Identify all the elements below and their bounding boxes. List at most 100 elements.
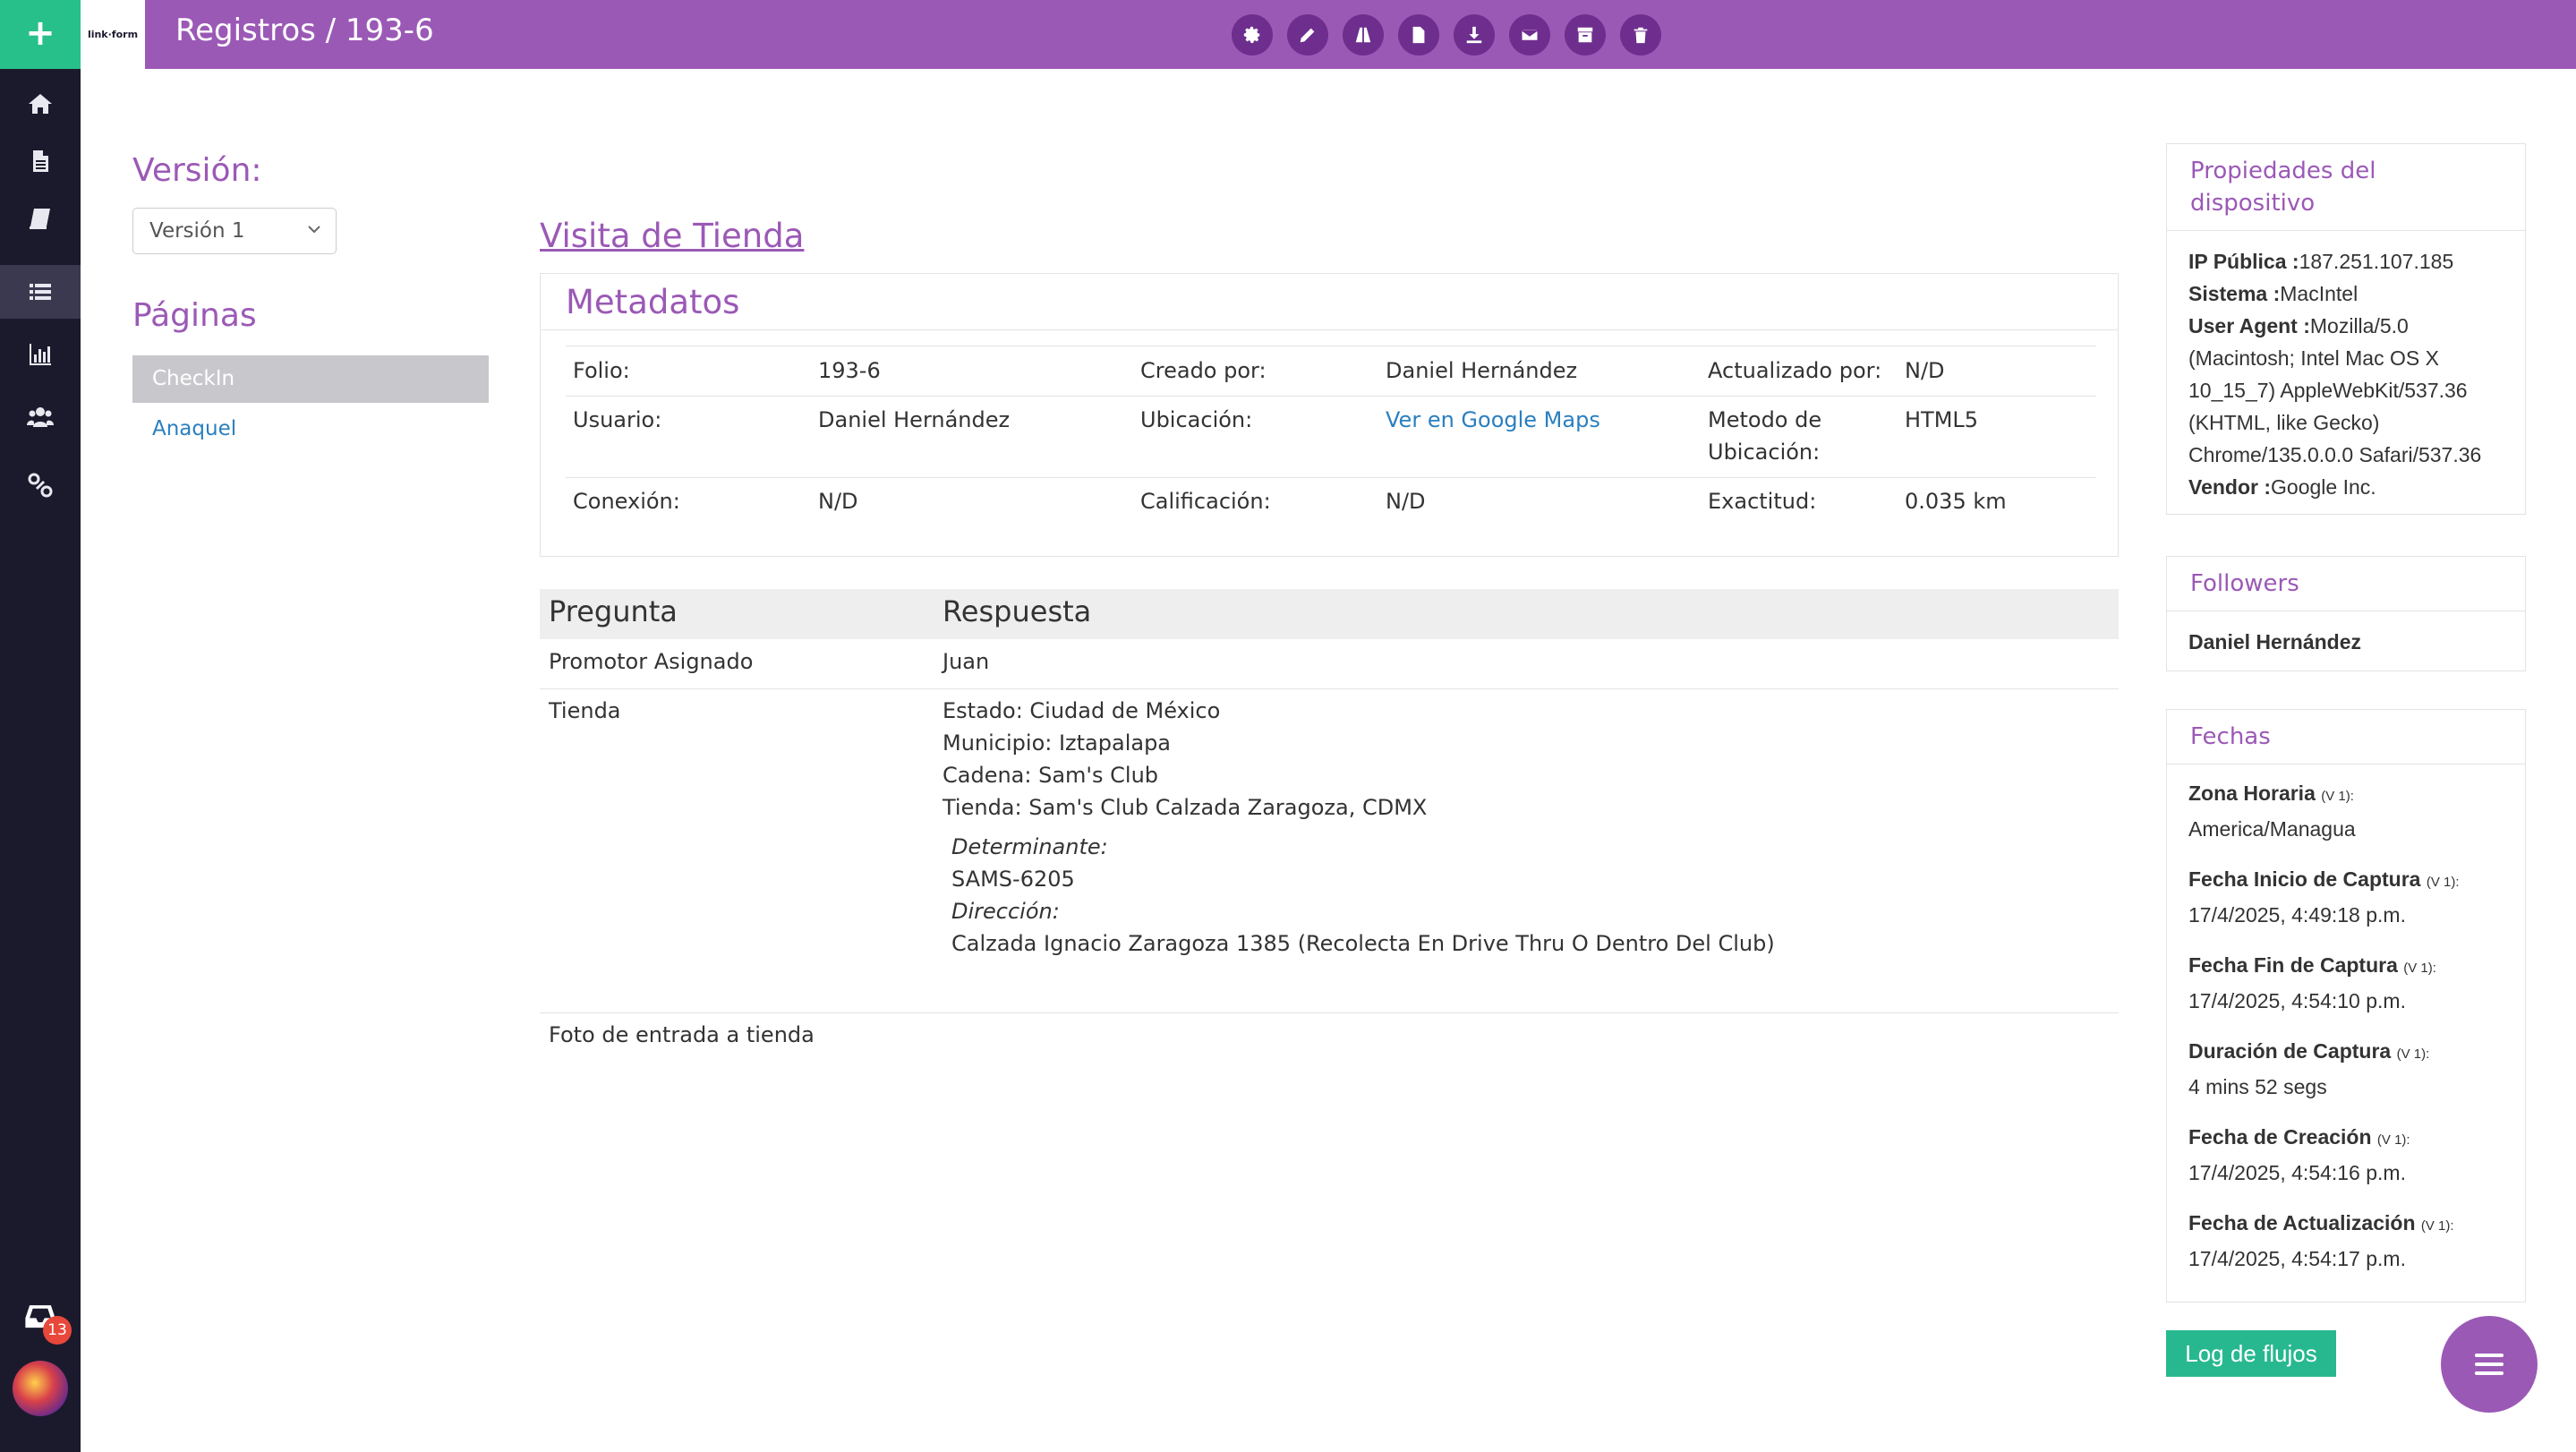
avatar[interactable] (13, 1361, 68, 1416)
exactitud-label: Exactitud: (1708, 489, 1817, 514)
answer-tienda-estado: Estado: Ciudad de México (943, 698, 1221, 723)
download-button[interactable] (1454, 14, 1495, 56)
ua-line: 10_15_7) AppleWebKit/537.36 (2188, 379, 2468, 402)
menu-fab[interactable] (2441, 1316, 2538, 1413)
menu-icon (2475, 1354, 2503, 1375)
table-header: Pregunta Respuesta (540, 589, 2119, 639)
col-pregunta: Pregunta (549, 594, 678, 628)
link-icon[interactable] (0, 458, 81, 512)
route-button[interactable] (1343, 14, 1384, 56)
answer-promotor: Juan (943, 649, 990, 674)
settings-button[interactable] (1232, 14, 1273, 56)
delete-button[interactable] (1620, 14, 1661, 56)
calificacion-value: N/D (1386, 489, 1426, 514)
vendor-row: Vendor :Google Inc. (2188, 475, 2376, 499)
app-logo[interactable]: link·form (81, 0, 145, 69)
question-foto: Foto de entrada a tienda (549, 1022, 815, 1047)
divider (566, 477, 2096, 478)
metodo-label-2: Ubicación: (1708, 440, 1821, 465)
file-icon (1412, 26, 1425, 44)
actualizado-value: N/D (1905, 358, 1945, 383)
sidebar: + 13 (0, 0, 81, 1452)
answer-tienda-nombre: Tienda: Sam's Club Calzada Zaragoza, CDM… (943, 795, 1428, 820)
form-title[interactable]: Visita de Tienda (540, 217, 804, 255)
inbox-icon[interactable]: 13 (0, 1289, 81, 1345)
users-icon[interactable] (0, 390, 81, 444)
device-panel-title: Propiedades del dispositivo (2167, 144, 2525, 231)
sistema-row: Sistema :MacIntel (2188, 282, 2358, 305)
followers-title: Followers (2167, 557, 2525, 611)
determinante-label: Determinante: (951, 834, 1108, 859)
ua-row: User Agent :Mozilla/5.0 (2188, 314, 2409, 337)
list-icon[interactable] (0, 265, 81, 319)
date-item: Zona Horaria (V 1): America/Managua (2188, 782, 2356, 841)
archive-icon (1577, 27, 1593, 43)
version-title: Versión: (132, 152, 262, 189)
date-item: Fecha de Creación (V 1): 17/4/2025, 4:54… (2188, 1125, 2410, 1184)
version-select-value: Versión 1 (149, 219, 245, 243)
google-maps-link[interactable]: Ver en Google Maps (1386, 404, 1600, 436)
creado-label: Creado por: (1140, 358, 1267, 383)
file-button[interactable] (1398, 14, 1439, 56)
email-button[interactable] (1509, 14, 1550, 56)
ip-row: IP Pública :187.251.107.185 (2188, 250, 2454, 273)
divider (566, 396, 2096, 397)
page-item-checkin[interactable]: CheckIn (132, 355, 489, 403)
col-respuesta: Respuesta (943, 594, 1092, 628)
device-panel: Propiedades del dispositivo IP Pública :… (2166, 143, 2526, 515)
exactitud-value: 0.035 km (1905, 489, 2007, 514)
pencil-icon (1300, 28, 1315, 43)
question-tienda: Tienda (549, 698, 621, 723)
answer-tienda-municipio: Municipio: Iztapalapa (943, 730, 1172, 756)
envelope-icon (1521, 28, 1539, 42)
trash-icon (1633, 27, 1648, 44)
conexion-label: Conexión: (573, 489, 680, 514)
folio-label: Folio: (573, 358, 630, 383)
chart-icon[interactable] (0, 328, 81, 381)
document-icon[interactable] (0, 134, 81, 188)
metodo-value: HTML5 (1905, 407, 1979, 432)
answer-tienda-cadena: Cadena: Sam's Club (943, 763, 1159, 788)
version-select[interactable]: Versión 1 (132, 208, 337, 254)
dates-panel: Fechas Zona Horaria (V 1): America/Manag… (2166, 709, 2526, 1303)
ua-line: Chrome/135.0.0.0 Safari/537.36 (2188, 443, 2482, 466)
metodo-label-1: Metodo de (1708, 407, 1822, 432)
actualizado-label: Actualizado por: (1708, 358, 1882, 383)
divider (540, 1012, 2119, 1013)
ua-line: (KHTML, like Gecko) (2188, 411, 2380, 434)
question-promotor: Promotor Asignado (549, 649, 754, 674)
archive-button[interactable] (1565, 14, 1606, 56)
gear-icon (1243, 26, 1260, 43)
divider (541, 329, 2118, 330)
date-item: Duración de Captura (V 1): 4 mins 52 seg… (2188, 1039, 2430, 1098)
follower-item: Daniel Hernández (2188, 630, 2361, 653)
metadata-panel: Metadatos Folio: 193-6 Creado por: Danie… (540, 273, 2119, 557)
usuario-value: Daniel Hernández (818, 407, 1011, 432)
date-item: Fecha de Actualización (V 1): 17/4/2025,… (2188, 1211, 2454, 1270)
metadata-title: Metadatos (566, 283, 740, 321)
chevron-down-icon (308, 226, 320, 234)
date-item: Fecha Fin de Captura (V 1): 17/4/2025, 4… (2188, 953, 2436, 1012)
road-icon (1355, 27, 1371, 43)
determinante-value: SAMS-6205 (951, 867, 1075, 892)
ubicacion-label: Ubicación: (1140, 407, 1253, 432)
folio-value: 193-6 (818, 358, 881, 383)
calificacion-label: Calificación: (1140, 489, 1271, 514)
date-item: Fecha Inicio de Captura (V 1): 17/4/2025… (2188, 867, 2460, 927)
inbox-badge: 13 (43, 1316, 72, 1345)
direccion-value: Calzada Ignacio Zaragoza 1385 (Recolecta… (951, 931, 1775, 956)
edit-button[interactable] (1287, 14, 1328, 56)
page-item-anaquel[interactable]: Anaquel (152, 417, 236, 440)
creado-value: Daniel Hernández (1386, 358, 1578, 383)
dates-title: Fechas (2167, 710, 2525, 764)
pages-title: Páginas (132, 297, 257, 334)
conexion-value: N/D (818, 489, 858, 514)
followers-panel: Followers Daniel Hernández (2166, 556, 2526, 671)
home-icon[interactable] (0, 77, 81, 131)
usuario-label: Usuario: (573, 407, 662, 432)
add-button[interactable]: + (0, 0, 81, 69)
direccion-label: Dirección: (951, 899, 1060, 924)
book-icon[interactable] (0, 192, 81, 245)
divider (540, 688, 2119, 689)
log-flujos-button[interactable]: Log de flujos (2166, 1330, 2336, 1377)
